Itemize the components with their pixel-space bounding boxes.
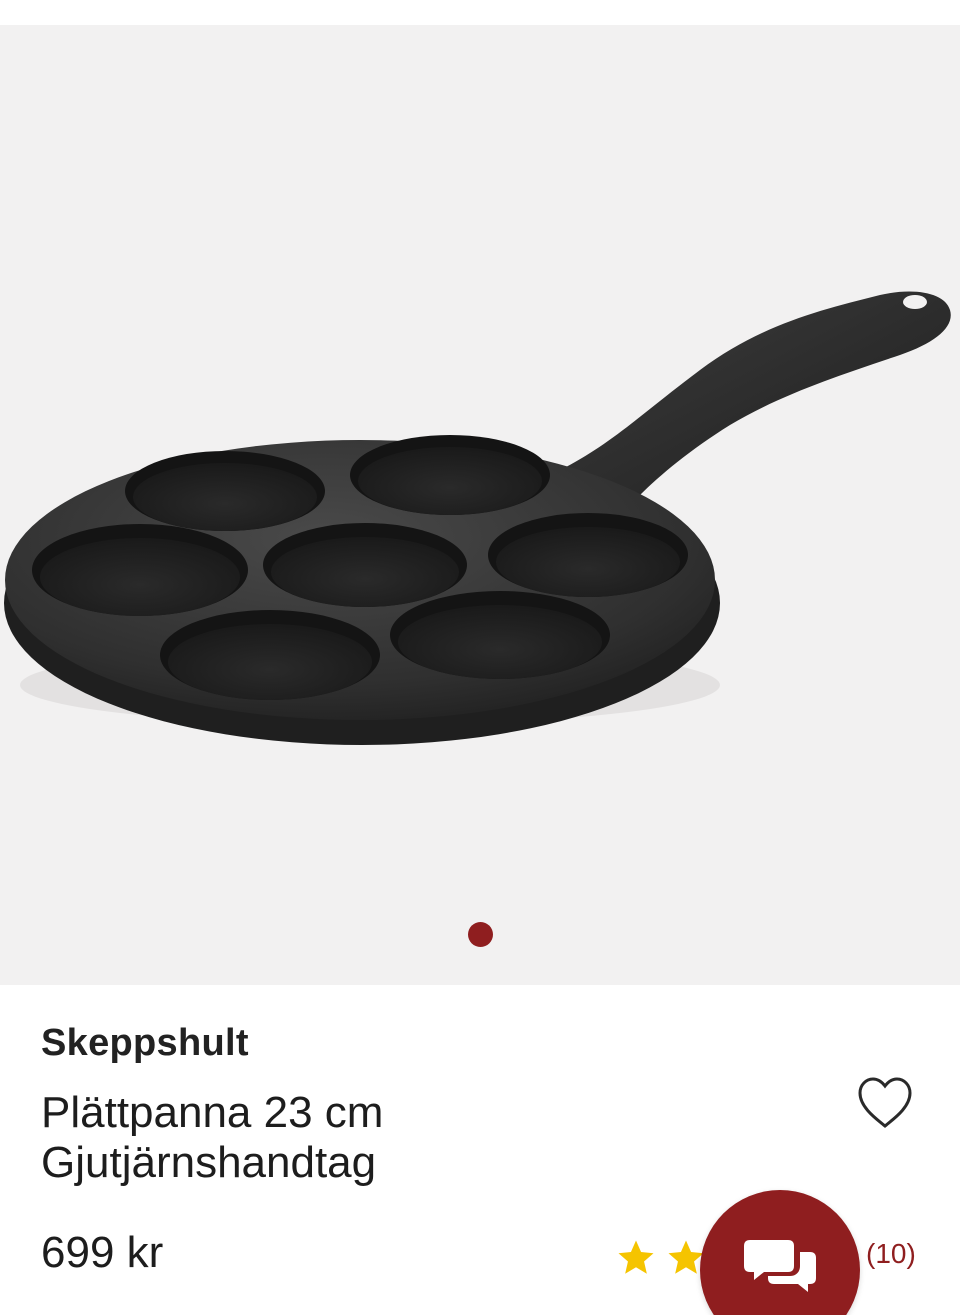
product-price: 699 kr bbox=[41, 1228, 164, 1277]
product-brand[interactable]: Skeppshult bbox=[41, 1022, 249, 1065]
product-title-line-1: Plättpanna 23 cm bbox=[41, 1088, 384, 1137]
gallery-pager-dot-active[interactable] bbox=[468, 922, 493, 947]
product-title: Plättpanna 23 cm Gjutjärnshandtag bbox=[41, 1088, 801, 1188]
review-count-link[interactable]: (10) bbox=[866, 1238, 916, 1270]
chat-bubbles-icon bbox=[744, 1240, 816, 1292]
heart-icon[interactable] bbox=[856, 1076, 914, 1130]
product-image-gallery[interactable] bbox=[0, 25, 960, 985]
star-icon bbox=[618, 1240, 654, 1274]
product-title-line-2: Gjutjärnshandtag bbox=[41, 1138, 377, 1187]
product-image bbox=[4, 291, 951, 745]
product-page: Skeppshult Plättpanna 23 cm Gjutjärnshan… bbox=[0, 0, 960, 1315]
chat-button[interactable] bbox=[700, 1190, 860, 1315]
